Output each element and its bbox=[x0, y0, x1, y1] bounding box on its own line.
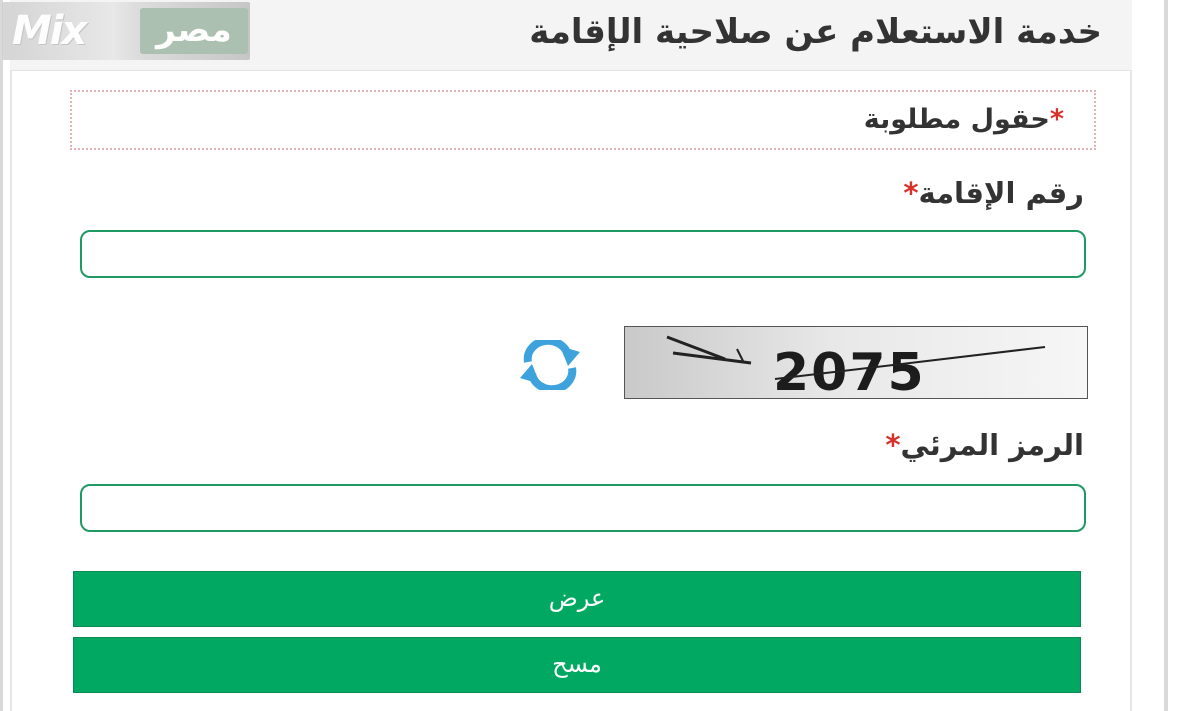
watermark-arabic: مصر bbox=[140, 8, 248, 54]
captcha-input[interactable] bbox=[80, 484, 1086, 532]
required-fields-text: *حقول مطلوبة bbox=[864, 104, 1064, 135]
panel-border-left bbox=[10, 70, 12, 711]
required-fields-label: حقول مطلوبة bbox=[863, 104, 1050, 135]
outer-border-right bbox=[1164, 0, 1168, 711]
captcha-label-text: الرمز المرئي bbox=[900, 428, 1084, 462]
refresh-icon bbox=[520, 336, 580, 394]
clear-button[interactable]: مسح bbox=[73, 637, 1081, 693]
refresh-captcha-button[interactable] bbox=[514, 336, 586, 394]
iqama-number-input[interactable] bbox=[80, 230, 1086, 278]
captcha-required-star: * bbox=[885, 428, 901, 462]
panel-border-right bbox=[1130, 70, 1132, 711]
iqama-number-label-text: رقم الإقامة bbox=[918, 176, 1084, 210]
iqama-required-star: * bbox=[903, 176, 919, 210]
required-star: * bbox=[1049, 104, 1064, 135]
page: خدمة الاستعلام عن صلاحية الإقامة Mix مصر… bbox=[0, 0, 1200, 711]
watermark-latin: Mix bbox=[12, 8, 87, 54]
watermark-logo: Mix مصر bbox=[2, 2, 250, 60]
captcha-label: الرمز المرئي* bbox=[885, 428, 1084, 462]
page-title: خدمة الاستعلام عن صلاحية الإقامة bbox=[529, 12, 1102, 52]
captcha-image: 2075 bbox=[624, 326, 1088, 399]
required-fields-note: *حقول مطلوبة bbox=[70, 90, 1096, 150]
outer-border-left bbox=[0, 0, 3, 711]
show-button[interactable]: عرض bbox=[73, 571, 1081, 627]
iqama-number-label: رقم الإقامة* bbox=[903, 176, 1084, 210]
